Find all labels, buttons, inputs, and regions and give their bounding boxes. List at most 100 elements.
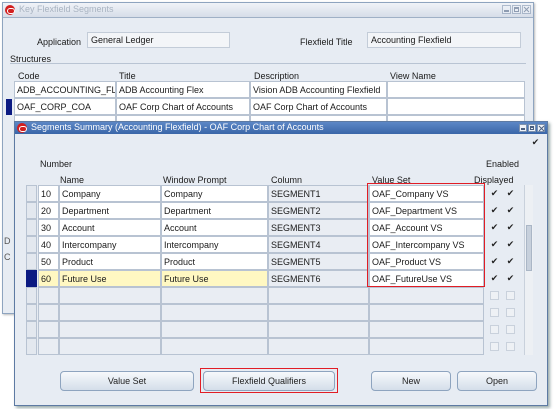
enabled-checkbox[interactable] bbox=[506, 342, 515, 351]
row-selector[interactable] bbox=[26, 304, 37, 321]
displayed-checkbox[interactable] bbox=[490, 325, 499, 334]
segment-number-cell[interactable]: 40 bbox=[38, 236, 59, 253]
enabled-checkbox[interactable]: ✔ bbox=[506, 189, 515, 198]
segment-name-cell[interactable] bbox=[59, 338, 161, 355]
segment-prompt-cell[interactable]: Future Use bbox=[161, 270, 268, 287]
segment-value-set-cell[interactable]: OAF_Company VS bbox=[369, 185, 484, 202]
structure-code-cell[interactable]: ADB_ACCOUNTING_FL bbox=[14, 81, 116, 98]
row-selector[interactable] bbox=[26, 270, 37, 287]
segments-scrollbar[interactable] bbox=[524, 185, 533, 355]
segment-name-cell[interactable]: Intercompany bbox=[59, 236, 161, 253]
displayed-checkbox[interactable] bbox=[490, 308, 499, 317]
value-set-button[interactable]: Value Set bbox=[60, 371, 194, 391]
enabled-checkbox[interactable] bbox=[506, 291, 515, 300]
segment-number-cell[interactable] bbox=[38, 338, 59, 355]
structure-view-name-cell[interactable] bbox=[387, 98, 525, 115]
enabled-checkbox[interactable] bbox=[506, 325, 515, 334]
segment-column-cell[interactable]: SEGMENT2 bbox=[268, 202, 369, 219]
segment-value-set-cell[interactable] bbox=[369, 304, 484, 321]
structure-description-cell[interactable]: OAF Corp Chart of Accounts bbox=[250, 98, 387, 115]
row-selector[interactable] bbox=[26, 219, 37, 236]
scrollbar-thumb[interactable] bbox=[526, 225, 532, 271]
segment-prompt-cell[interactable]: Product bbox=[161, 253, 268, 270]
maximize-icon[interactable] bbox=[512, 5, 521, 14]
enabled-checkbox[interactable]: ✔ bbox=[506, 206, 515, 215]
segment-value-set-cell[interactable]: OAF_Department VS bbox=[369, 202, 484, 219]
segment-prompt-cell[interactable] bbox=[161, 304, 268, 321]
flexfield-qualifiers-button[interactable]: Flexfield Qualifiers bbox=[203, 371, 335, 391]
segment-name-cell[interactable]: Product bbox=[59, 253, 161, 270]
displayed-checkbox[interactable]: ✔ bbox=[490, 223, 499, 232]
row-selector[interactable] bbox=[26, 185, 37, 202]
segment-prompt-cell[interactable] bbox=[161, 338, 268, 355]
segment-number-cell[interactable]: 30 bbox=[38, 219, 59, 236]
minimize-icon[interactable] bbox=[502, 5, 511, 14]
segment-number-cell[interactable]: 50 bbox=[38, 253, 59, 270]
segment-number-cell[interactable]: 20 bbox=[38, 202, 59, 219]
segment-column-cell[interactable]: SEGMENT5 bbox=[268, 253, 369, 270]
row-selector[interactable] bbox=[26, 236, 37, 253]
segment-name-cell[interactable]: Department bbox=[59, 202, 161, 219]
segment-value-set-cell[interactable] bbox=[369, 321, 484, 338]
structure-description-cell[interactable]: Vision ADB Accounting Flexfield bbox=[250, 81, 387, 98]
segment-column-cell[interactable]: SEGMENT3 bbox=[268, 219, 369, 236]
row-selector[interactable] bbox=[26, 287, 37, 304]
segment-prompt-cell[interactable] bbox=[161, 321, 268, 338]
displayed-checkbox[interactable]: ✔ bbox=[490, 206, 499, 215]
displayed-checkbox[interactable] bbox=[490, 291, 499, 300]
enabled-checkbox[interactable]: ✔ bbox=[506, 274, 515, 283]
segment-prompt-cell[interactable]: Department bbox=[161, 202, 268, 219]
enabled-all-checkbox[interactable]: ✔ bbox=[531, 138, 540, 147]
displayed-checkbox[interactable]: ✔ bbox=[490, 240, 499, 249]
flexfield-title-field[interactable]: Accounting Flexfield bbox=[367, 32, 521, 48]
segment-name-cell[interactable] bbox=[59, 321, 161, 338]
row-selector[interactable] bbox=[26, 253, 37, 270]
open-button[interactable]: Open bbox=[457, 371, 537, 391]
segment-value-set-cell[interactable]: OAF_Intercompany VS bbox=[369, 236, 484, 253]
application-field[interactable]: General Ledger bbox=[87, 32, 230, 48]
segment-value-set-cell[interactable] bbox=[369, 287, 484, 304]
enabled-checkbox[interactable]: ✔ bbox=[506, 257, 515, 266]
segment-number-cell[interactable]: 60 bbox=[38, 270, 59, 287]
row-selector[interactable] bbox=[26, 321, 37, 338]
row-selector[interactable] bbox=[26, 338, 37, 355]
displayed-checkbox[interactable]: ✔ bbox=[490, 189, 499, 198]
structure-view-name-cell[interactable] bbox=[387, 81, 525, 98]
segment-name-cell[interactable] bbox=[59, 304, 161, 321]
enabled-checkbox[interactable]: ✔ bbox=[506, 223, 515, 232]
enabled-checkbox[interactable] bbox=[506, 308, 515, 317]
row-selector[interactable] bbox=[26, 202, 37, 219]
structure-title-cell[interactable]: ADB Accounting Flex bbox=[116, 81, 250, 98]
displayed-checkbox[interactable] bbox=[490, 342, 499, 351]
segment-column-cell[interactable] bbox=[268, 304, 369, 321]
segment-prompt-cell[interactable]: Account bbox=[161, 219, 268, 236]
segment-value-set-cell[interactable]: OAF_Account VS bbox=[369, 219, 484, 236]
segment-column-cell[interactable]: SEGMENT4 bbox=[268, 236, 369, 253]
segment-column-cell[interactable] bbox=[268, 321, 369, 338]
displayed-checkbox[interactable]: ✔ bbox=[490, 257, 499, 266]
segment-prompt-cell[interactable] bbox=[161, 287, 268, 304]
segment-name-cell[interactable]: Account bbox=[59, 219, 161, 236]
segment-number-cell[interactable] bbox=[38, 304, 59, 321]
structure-code-cell[interactable]: OAF_CORP_COA bbox=[14, 98, 116, 115]
segment-prompt-cell[interactable]: Intercompany bbox=[161, 236, 268, 253]
segment-prompt-cell[interactable]: Company bbox=[161, 185, 268, 202]
segment-value-set-cell[interactable] bbox=[369, 338, 484, 355]
segment-column-cell[interactable]: SEGMENT6 bbox=[268, 270, 369, 287]
segment-column-cell[interactable] bbox=[268, 338, 369, 355]
segment-value-set-cell[interactable]: OAF_FutureUse VS bbox=[369, 270, 484, 287]
segment-name-cell[interactable] bbox=[59, 287, 161, 304]
structure-title-cell[interactable]: OAF Corp Chart of Accounts bbox=[116, 98, 250, 115]
maximize-icon[interactable] bbox=[528, 124, 536, 132]
segment-number-cell[interactable] bbox=[38, 321, 59, 338]
enabled-checkbox[interactable]: ✔ bbox=[506, 240, 515, 249]
displayed-checkbox[interactable]: ✔ bbox=[490, 274, 499, 283]
minimize-icon[interactable] bbox=[519, 124, 527, 132]
segment-number-cell[interactable]: 10 bbox=[38, 185, 59, 202]
segment-name-cell[interactable]: Future Use bbox=[59, 270, 161, 287]
close-icon[interactable] bbox=[537, 124, 545, 132]
segment-column-cell[interactable] bbox=[268, 287, 369, 304]
segment-name-cell[interactable]: Company bbox=[59, 185, 161, 202]
segment-column-cell[interactable]: SEGMENT1 bbox=[268, 185, 369, 202]
close-icon[interactable] bbox=[522, 5, 531, 14]
